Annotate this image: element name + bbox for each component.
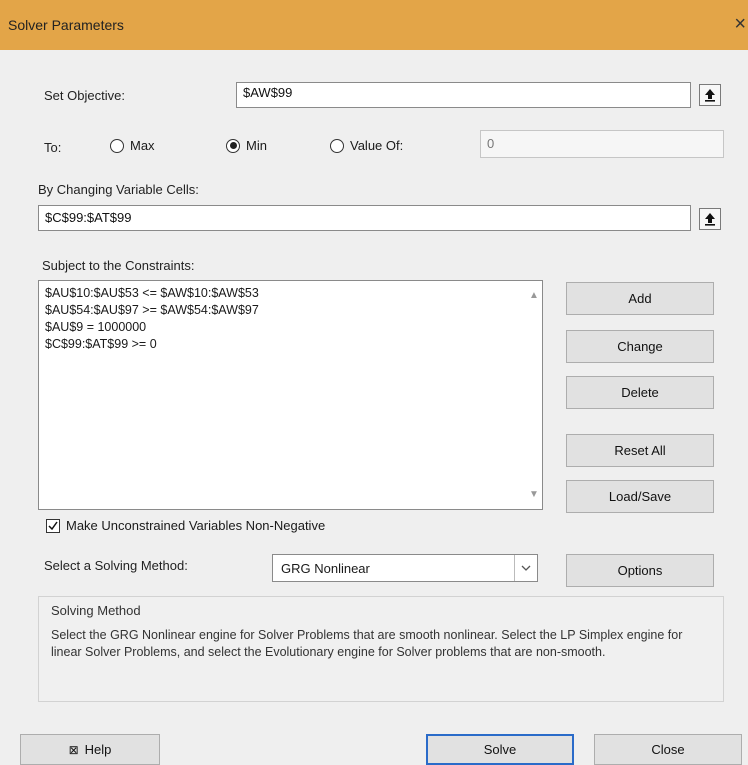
close-icon[interactable]: × — [734, 14, 746, 34]
scroll-up-icon[interactable]: ▲ — [529, 287, 539, 304]
constraint-item[interactable]: $AU$10:$AU$53 <= $AW$10:$AW$53 — [45, 285, 536, 302]
dialog-body: Set Objective: $AW$99 To: Max Min Value … — [0, 50, 748, 765]
reset-all-button[interactable]: Reset All — [566, 434, 714, 467]
title-bar: Solver Parameters × — [0, 0, 748, 50]
value-of-input[interactable]: 0 — [480, 130, 724, 158]
solving-method-select[interactable]: GRG Nonlinear — [272, 554, 538, 582]
objective-collapse-button[interactable] — [699, 84, 721, 106]
radio-value-of[interactable]: Value Of: — [330, 138, 403, 153]
variable-cells-input[interactable]: $C$99:$AT$99 — [38, 205, 691, 231]
solving-method-group-title: Solving Method — [51, 603, 141, 618]
to-label: To: — [44, 140, 62, 155]
radio-min-label: Min — [246, 138, 267, 153]
help-label: Help — [84, 742, 112, 757]
options-button[interactable]: Options — [566, 554, 714, 587]
delete-button[interactable]: Delete — [566, 376, 714, 409]
constraint-item[interactable]: $C$99:$AT$99 >= 0 — [45, 336, 536, 353]
radio-max-label: Max — [130, 138, 155, 153]
add-button[interactable]: Add — [566, 282, 714, 315]
window-title: Solver Parameters — [8, 17, 124, 33]
radio-value-of-indicator — [330, 138, 344, 153]
variables-collapse-button[interactable] — [699, 208, 721, 230]
solving-method-description: Select the GRG Nonlinear engine for Solv… — [51, 628, 683, 659]
scroll-down-icon[interactable]: ▼ — [529, 486, 539, 503]
constraints-label: Subject to the Constraints: — [42, 258, 195, 273]
close-button[interactable]: Close — [594, 734, 742, 765]
nonneg-checkbox[interactable]: Make Unconstrained Variables Non-Negativ… — [46, 518, 325, 533]
radio-max[interactable]: Max — [110, 138, 155, 153]
set-objective-input[interactable]: $AW$99 — [236, 82, 691, 108]
collapse-arrow-icon — [705, 89, 715, 102]
solving-method-label: Select a Solving Method: — [44, 558, 188, 573]
collapse-arrow-icon — [705, 213, 715, 226]
checkbox-indicator — [46, 518, 60, 533]
change-button[interactable]: Change — [566, 330, 714, 363]
constraints-scrollbar[interactable]: ▲ ▼ — [526, 281, 542, 509]
radio-max-indicator — [110, 138, 124, 153]
solve-button[interactable]: Solve — [426, 734, 574, 765]
variable-cells-label: By Changing Variable Cells: — [38, 182, 199, 197]
radio-value-of-label: Value Of: — [350, 138, 404, 153]
radio-min-indicator — [226, 138, 240, 153]
solving-method-value: GRG Nonlinear — [281, 560, 370, 576]
nonneg-label: Make Unconstrained Variables Non-Negativ… — [66, 518, 326, 533]
constraint-item[interactable]: $AU$9 = 1000000 — [45, 319, 536, 336]
set-objective-label: Set Objective: — [44, 88, 125, 103]
constraints-list[interactable]: $AU$10:$AU$53 <= $AW$10:$AW$53 $AU$54:$A… — [38, 280, 543, 510]
chevron-down-icon[interactable] — [514, 555, 537, 581]
load-save-button[interactable]: Load/Save — [566, 480, 714, 513]
check-icon — [48, 521, 58, 530]
help-button[interactable]: ⊠ Help — [20, 734, 160, 765]
solving-method-group: Solving Method Select the GRG Nonlinear … — [38, 596, 724, 702]
constraint-item[interactable]: $AU$54:$AU$97 >= $AW$54:$AW$97 — [45, 302, 536, 319]
radio-min[interactable]: Min — [226, 138, 267, 153]
help-icon: ⊠ — [68, 742, 79, 757]
